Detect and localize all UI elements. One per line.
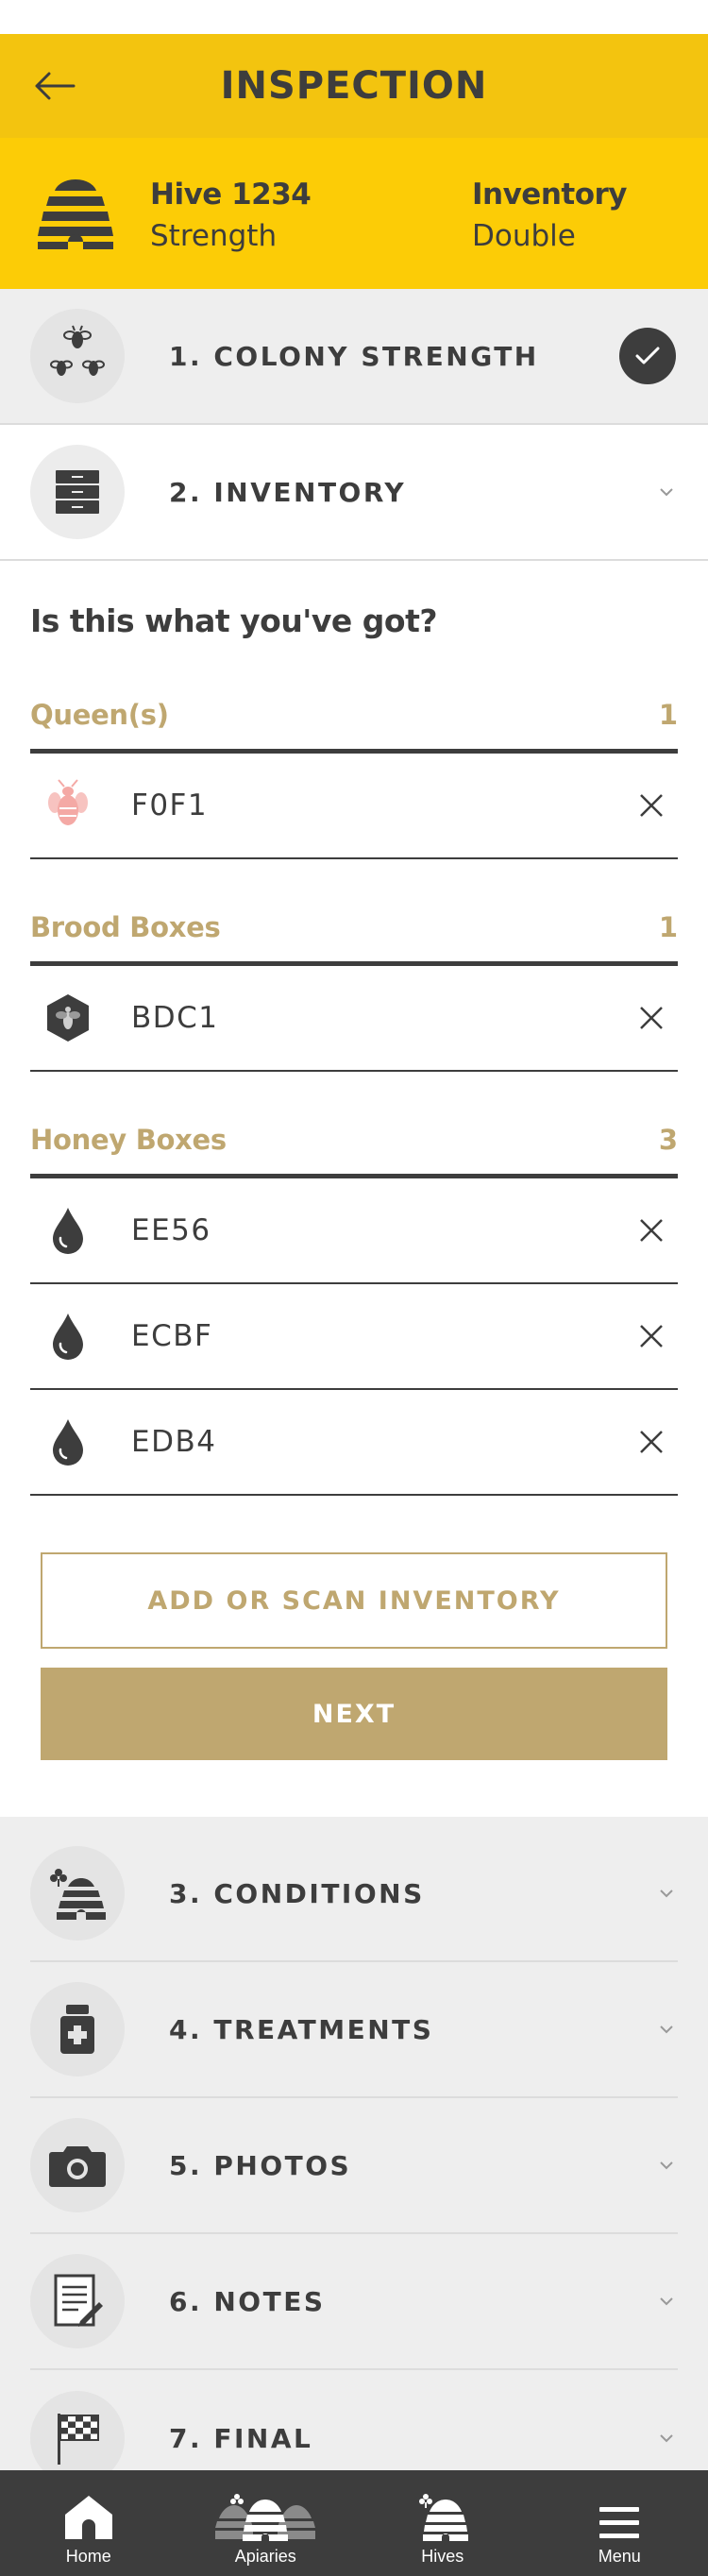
checkered-flag-icon: [58, 2414, 99, 2465]
dresser-icon: [56, 470, 99, 514]
brood-hexagon-icon: [47, 994, 89, 1042]
list-item: EE56: [30, 1178, 678, 1284]
group-count: 3: [658, 1123, 678, 1156]
remove-item-button[interactable]: [632, 1423, 670, 1461]
section-title: 1. COLONY STRENGTH: [169, 340, 539, 372]
inventory-value: Double: [472, 219, 576, 253]
chevron-down-icon: [660, 2161, 673, 2170]
section-conditions[interactable]: 3. CONDITIONS: [30, 1826, 678, 1962]
section-colony-strength[interactable]: 1. COLONY STRENGTH: [0, 289, 708, 425]
tab-apiaries[interactable]: Apiaries: [177, 2470, 355, 2576]
queen-bee-icon: [48, 779, 88, 825]
group-header-honey-boxes: Honey Boxes 3: [30, 1099, 678, 1178]
section-notes[interactable]: 6. NOTES: [30, 2234, 678, 2370]
section-title: 6. NOTES: [169, 2285, 326, 2317]
chevron-down-icon: [660, 1890, 673, 1898]
bees-icon: [50, 325, 105, 376]
inventory-label: Inventory: [472, 178, 628, 212]
list-item: F0F1: [30, 754, 678, 859]
section-icon-circle: [30, 2118, 125, 2212]
list-item: ECBF: [30, 1284, 678, 1390]
honey-drop-icon: [53, 1208, 83, 1254]
section-title: 3. CONDITIONS: [169, 1877, 425, 1909]
section-icon-circle: [30, 1846, 125, 1940]
bottom-tab-bar: Home Apiaries Hives Menu: [0, 2470, 708, 2576]
section-inventory[interactable]: 2. INVENTORY: [0, 425, 708, 561]
tab-label: Home: [65, 2547, 111, 2566]
group-count: 1: [658, 698, 678, 731]
section-title: 4. TREATMENTS: [169, 2013, 434, 2045]
section-icon-circle: [30, 1982, 125, 2076]
chevron-down-icon: [660, 488, 673, 497]
section-photos[interactable]: 5. PHOTOS: [30, 2098, 678, 2234]
tab-label: Apiaries: [234, 2547, 296, 2566]
camera-icon: [49, 2146, 106, 2187]
close-icon: [640, 1325, 663, 1347]
group-name: Brood Boxes: [30, 910, 221, 943]
group-count: 1: [658, 910, 678, 943]
status-bar: [0, 0, 708, 34]
close-icon: [640, 1219, 663, 1242]
page-title: INSPECTION: [220, 64, 488, 108]
hive-info-bar: Hive 1234 Strength Inventory Double: [0, 138, 708, 289]
tab-label: Menu: [598, 2547, 641, 2566]
remove-item-button[interactable]: [632, 999, 670, 1037]
item-code: BDC1: [131, 1001, 219, 1035]
chevron-down-icon: [660, 2025, 673, 2034]
group-header-queens: Queen(s) 1: [30, 674, 678, 754]
honey-drop-icon: [53, 1313, 83, 1360]
tab-label: Hives: [421, 2547, 464, 2566]
hive-icon: [418, 2494, 468, 2541]
chevron-down-icon: [660, 2434, 673, 2443]
section-title: 2. INVENTORY: [169, 476, 407, 508]
section-icon-circle: [30, 2254, 125, 2348]
close-icon: [640, 1007, 663, 1029]
close-icon: [640, 1431, 663, 1453]
remaining-sections: 3. CONDITIONS 4. TREATMENTS 5. PHOTOS 6.…: [0, 1817, 708, 2506]
remove-item-button[interactable]: [632, 1317, 670, 1355]
tab-home[interactable]: Home: [0, 2470, 177, 2576]
group-name: Queen(s): [30, 698, 169, 731]
list-item: EDB4: [30, 1390, 678, 1496]
honey-drop-icon: [53, 1419, 83, 1466]
hive-name: Hive 1234: [150, 178, 312, 212]
close-icon: [640, 794, 663, 817]
item-code: EE56: [131, 1213, 211, 1247]
inventory-question: Is this what you've got?: [30, 602, 438, 639]
inventory-panel: Is this what you've got? Queen(s) 1 F0F1: [0, 561, 708, 1496]
item-code: ECBF: [131, 1319, 213, 1353]
add-or-scan-inventory-button[interactable]: ADD OR SCAN INVENTORY: [41, 1552, 667, 1649]
app-header: INSPECTION: [0, 34, 708, 138]
beehive-icon: [38, 179, 113, 249]
group-header-brood-boxes: Brood Boxes 1: [30, 887, 678, 966]
item-code: EDB4: [131, 1425, 217, 1459]
section-icon-circle: [30, 445, 125, 539]
section-title: 7. FINAL: [169, 2422, 313, 2454]
back-button[interactable]: [32, 63, 77, 109]
group-name: Honey Boxes: [30, 1123, 227, 1156]
next-button[interactable]: NEXT: [41, 1668, 667, 1760]
section-icon-circle: [30, 309, 125, 403]
completed-check-icon: [619, 328, 676, 384]
section-title: 5. PHOTOS: [169, 2149, 352, 2181]
item-code: F0F1: [131, 788, 209, 822]
list-item: BDC1: [30, 966, 678, 1072]
chevron-down-icon: [660, 2297, 673, 2306]
tab-menu[interactable]: Menu: [531, 2470, 708, 2576]
inventory-actions: ADD OR SCAN INVENTORY NEXT: [0, 1496, 708, 1817]
notepad-icon: [54, 2274, 103, 2327]
remove-item-button[interactable]: [632, 1212, 670, 1249]
tab-hives[interactable]: Hives: [354, 2470, 531, 2576]
home-icon: [64, 2496, 112, 2539]
arrow-left-icon: [35, 72, 76, 100]
hive-clover-icon: [50, 1869, 106, 1920]
hive-strength-label: Strength: [150, 219, 278, 253]
section-treatments[interactable]: 4. TREATMENTS: [30, 1962, 678, 2098]
medicine-bottle-icon: [60, 2005, 94, 2054]
apiaries-icon: [215, 2494, 316, 2541]
hamburger-menu-icon: [599, 2507, 640, 2538]
remove-item-button[interactable]: [632, 787, 670, 824]
